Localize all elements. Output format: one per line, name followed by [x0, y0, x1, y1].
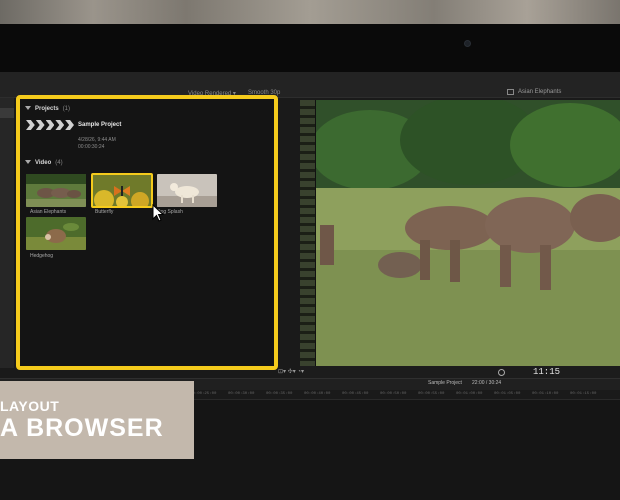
- ruler-tick: 00:01:00:00: [456, 392, 483, 396]
- disclosure-triangle-icon[interactable]: [25, 160, 31, 165]
- film-icon: [507, 89, 514, 95]
- clip-thumbnail-dog-splash[interactable]: [157, 174, 217, 207]
- project-duration: 00:00:30:24: [78, 144, 105, 150]
- clip-label: Asian Elephants: [30, 209, 67, 215]
- clip-thumbnail-hedgehog[interactable]: [26, 217, 86, 250]
- ruler-tick: 00:00:30:00: [228, 392, 255, 396]
- library-sidebar[interactable]: [0, 98, 14, 368]
- clip-thumbnail-butterfly[interactable]: [91, 173, 153, 208]
- ruler-tick: 00:01:10:00: [532, 392, 559, 396]
- monitor-bezel: [0, 24, 620, 72]
- project-name[interactable]: Sample Project: [78, 122, 121, 128]
- selected-library[interactable]: [0, 108, 14, 118]
- ruler-tick: 00:01:05:00: [494, 392, 521, 396]
- ruler-tick: 00:00:40:00: [304, 392, 331, 396]
- timeline-duration: 22:00 / 30:24: [472, 380, 502, 386]
- timeline-project-name: Sample Project: [428, 380, 462, 386]
- video-section-header[interactable]: Video (4): [25, 160, 63, 166]
- ruler-tick: 00:00:45:00: [342, 392, 369, 396]
- clip-label: Hedgehog: [30, 253, 54, 259]
- viewer-title: Asian Elephants: [518, 89, 562, 95]
- viewer-video-frame[interactable]: [300, 100, 620, 366]
- background-wall: [0, 0, 620, 24]
- project-clapper-icon[interactable]: [26, 120, 74, 130]
- overlay-title-line2: A BROWSER: [0, 414, 164, 442]
- webcam: [464, 40, 471, 47]
- ruler-tick: 00:00:50:00: [380, 392, 407, 396]
- clip-label: Butterfly: [95, 209, 114, 215]
- playhead-timecode: 11:15: [533, 367, 561, 377]
- mouse-cursor-icon: [152, 204, 164, 222]
- overlay-title-line1: LAYOUT: [0, 398, 60, 414]
- project-date: 4/28/26, 9:44 AM: [78, 137, 116, 143]
- ruler-tick: 00:00:55:00: [418, 392, 445, 396]
- ruler-tick: 00:00:35:00: [266, 392, 293, 396]
- disclosure-triangle-icon[interactable]: [25, 106, 31, 111]
- projects-section-header[interactable]: Projects (1): [25, 106, 70, 112]
- clip-thumbnail-elephants[interactable]: [26, 174, 86, 207]
- filmstrip-overlay: [300, 100, 316, 366]
- ruler-tick: 00:01:15:00: [570, 392, 597, 396]
- viewer-tool-menus[interactable]: ⊡▾ ✣▾ ◔▾: [278, 368, 304, 375]
- play-icon[interactable]: [498, 369, 505, 376]
